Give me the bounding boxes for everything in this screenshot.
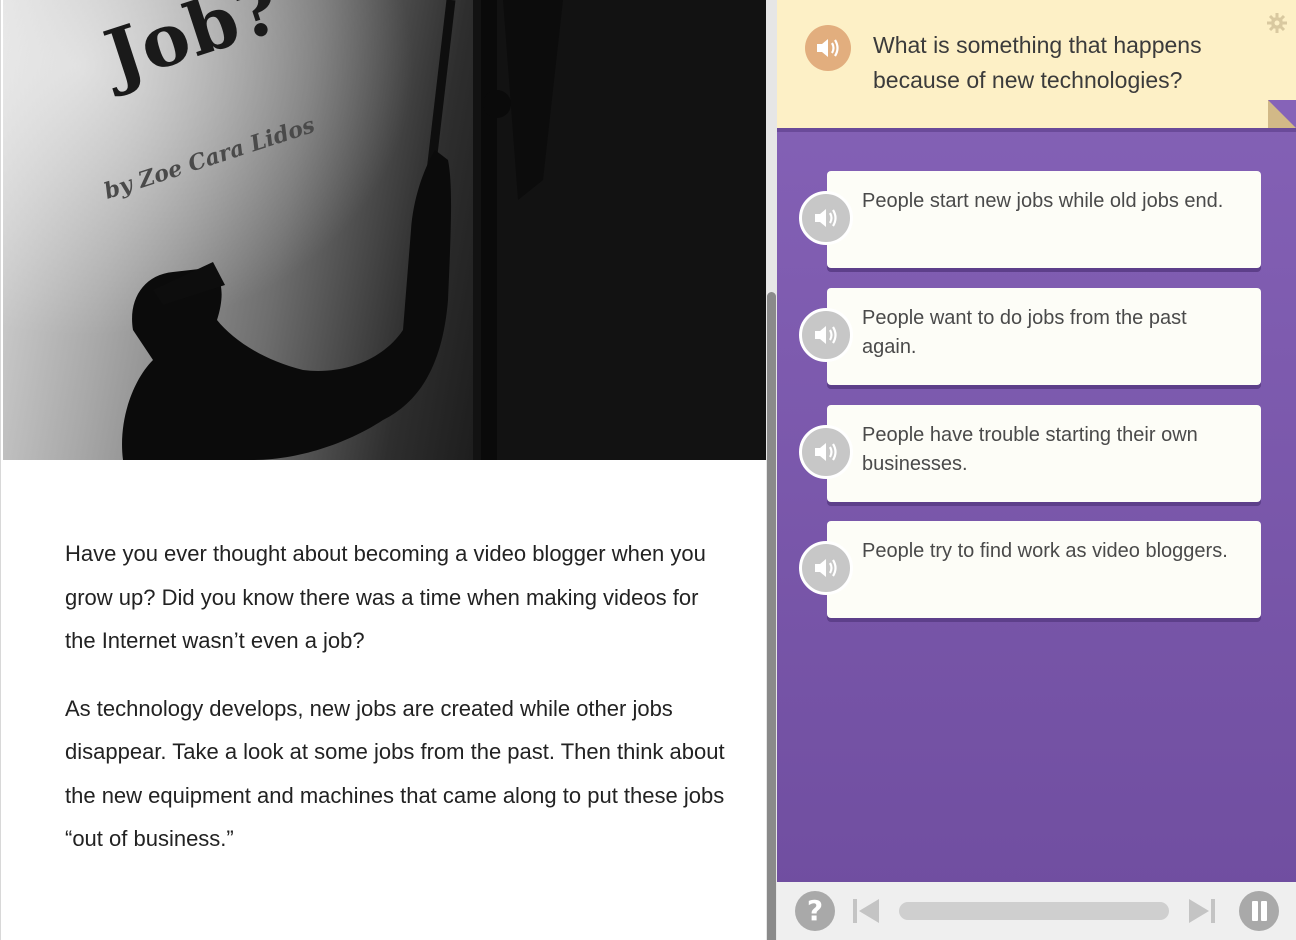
speaker-icon[interactable] [799, 541, 853, 595]
help-icon[interactable]: ? [795, 891, 835, 931]
answer-option-4[interactable]: People try to find work as video blogger… [799, 521, 1261, 618]
speaker-icon[interactable] [805, 25, 851, 71]
article-paragraph: Have you ever thought about becoming a v… [65, 541, 706, 653]
cover-image: Job? by Zoe Cara Lidos [3, 0, 767, 460]
progress-bar[interactable] [899, 902, 1169, 920]
speaker-icon[interactable] [799, 425, 853, 479]
previous-icon[interactable] [851, 896, 883, 926]
page-fold [1268, 100, 1296, 128]
question-card: What is something that happens because o… [777, 0, 1296, 132]
question-text: What is something that happens because o… [873, 32, 1202, 93]
reading-scrollbar[interactable] [766, 0, 777, 940]
answer-text: People start new jobs while old jobs end… [862, 190, 1224, 212]
article-paragraph: As technology develops, new jobs are cre… [65, 695, 725, 852]
player-controls: ? [777, 882, 1296, 940]
answer-text: People want to do jobs from the past aga… [862, 307, 1187, 358]
quiz-panel: What is something that happens because o… [777, 0, 1296, 940]
article-body: Have you ever thought about becoming a v… [65, 532, 725, 885]
scrollbar-thumb[interactable] [767, 292, 776, 940]
speaker-icon[interactable] [799, 191, 853, 245]
speaker-icon[interactable] [799, 308, 853, 362]
answer-text: People have trouble starting their own b… [862, 424, 1198, 475]
answer-text: People try to find work as video blogger… [862, 540, 1228, 562]
pause-icon[interactable] [1239, 891, 1279, 931]
reading-pane: Job? by Zoe Cara Lidos Have you ever tho… [0, 0, 767, 940]
gear-icon[interactable] [1266, 12, 1288, 34]
answer-option-1[interactable]: People start new jobs while old jobs end… [799, 171, 1261, 268]
next-icon[interactable] [1185, 896, 1217, 926]
answer-option-2[interactable]: People want to do jobs from the past aga… [799, 288, 1261, 385]
answer-option-3[interactable]: People have trouble starting their own b… [799, 405, 1261, 502]
